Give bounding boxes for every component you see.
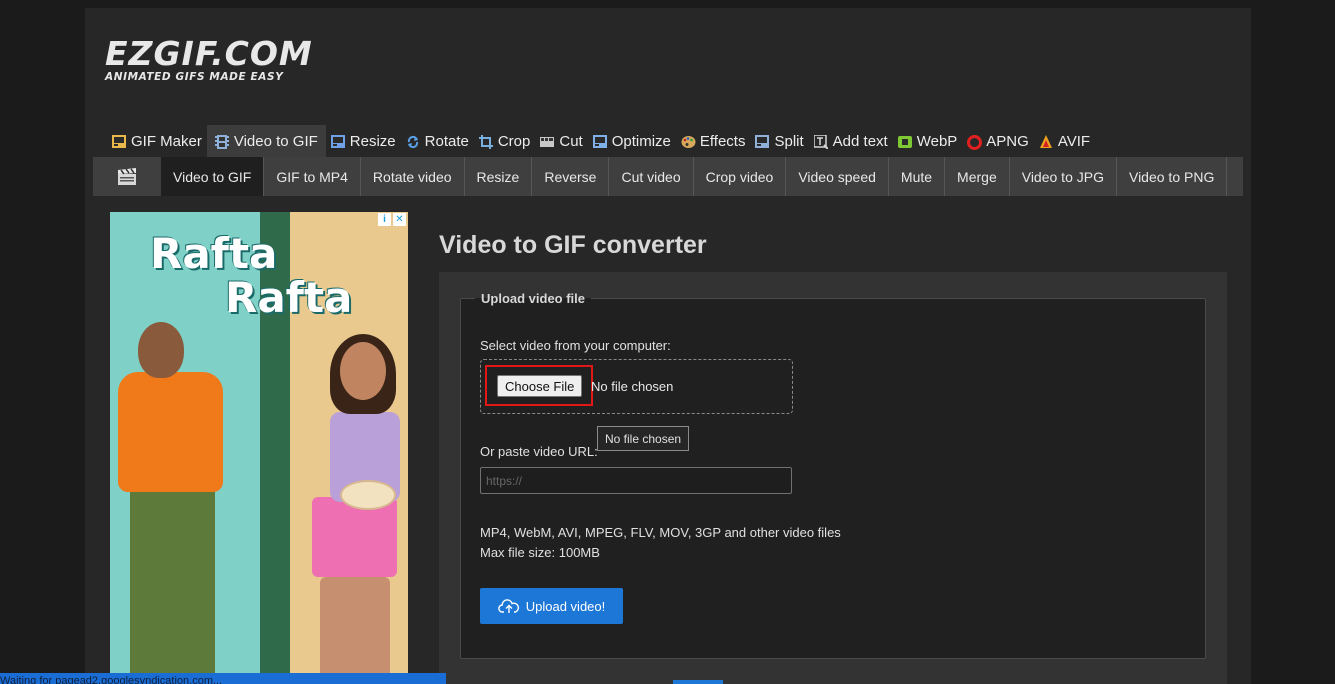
main-nav-item-add-text[interactable]: Add text [809, 125, 893, 157]
advertisement[interactable]: Rafta Rafta i ✕ [110, 212, 408, 684]
ad-title-line1: Rafta [150, 229, 278, 278]
webp-icon [897, 135, 913, 148]
cut-icon [540, 135, 555, 148]
tab-reverse[interactable]: Reverse [532, 157, 610, 196]
tab-video-speed[interactable]: Video speed [786, 157, 889, 196]
select-video-label: Select video from your computer: [480, 338, 671, 353]
main-nav-item-apng[interactable]: APNG [962, 125, 1034, 157]
main-nav-item-split[interactable]: Split [750, 125, 808, 157]
main-nav-item-avif[interactable]: AVIF [1034, 125, 1095, 157]
main-nav-item-webp[interactable]: WebP [893, 125, 963, 157]
status-text: Waiting for pagead2.googlesyndication.co… [0, 675, 223, 684]
main-nav-label: Split [774, 132, 804, 150]
main-nav-label: Video to GIF [233, 132, 318, 150]
main-nav-item-cut[interactable]: Cut [535, 125, 587, 157]
tab-video-to-gif[interactable]: Video to GIF [161, 157, 265, 196]
video-url-input[interactable] [480, 467, 792, 494]
crop-icon [478, 134, 494, 149]
logo-text: EZGIF.COM [105, 34, 313, 73]
file-tooltip: No file chosen [597, 426, 690, 451]
avif-icon [1039, 134, 1054, 148]
main-nav-label: Rotate [424, 132, 469, 150]
main-nav-item-resize[interactable]: Resize [326, 125, 401, 157]
main-nav-item-effects[interactable]: Effects [676, 125, 751, 157]
ad-badge: i ✕ [378, 213, 406, 226]
choose-file-button[interactable]: Choose File [497, 375, 583, 397]
main-nav-label: Cut [559, 132, 583, 150]
main-nav-label: AVIF [1057, 132, 1091, 150]
max-file-size-text: Max file size: 100MB [480, 545, 600, 560]
supported-formats-text: MP4, WebM, AVI, MPEG, FLV, MOV, 3GP and … [480, 525, 841, 540]
film-icon [214, 134, 230, 149]
resize-icon [330, 134, 346, 148]
page-title: Video to GIF converter [439, 231, 707, 259]
url-label: Or paste video URL: [480, 444, 598, 459]
palette-icon [681, 135, 696, 148]
tab-rotate-video[interactable]: Rotate video [361, 157, 465, 196]
file-dropzone[interactable]: Choose File No file chosen [480, 359, 793, 414]
tab-mute[interactable]: Mute [889, 157, 946, 196]
tab-video-to-png[interactable]: Video to PNG [1117, 157, 1228, 196]
tab-resize[interactable]: Resize [465, 157, 533, 196]
browser-status-bar: Waiting for pagead2.googlesyndication.co… [0, 673, 446, 684]
main-nav-label: Resize [349, 132, 396, 150]
scroll-indicator [673, 680, 723, 684]
main-nav-item-crop[interactable]: Crop [474, 125, 536, 157]
tab-gif-to-mp4[interactable]: GIF to MP4 [264, 157, 361, 196]
main-nav-label: Optimize [611, 132, 671, 150]
upload-legend: Upload video file [481, 291, 586, 306]
main-nav-label: GIF Maker [131, 132, 202, 150]
main-nav-label: Crop [497, 132, 531, 150]
upload-fieldset: Upload video file Select video from your… [460, 291, 1206, 659]
rotate-icon [406, 135, 421, 148]
logo-tagline: ANIMATED GIFS MADE EASY [105, 71, 284, 83]
ad-person-man [118, 312, 238, 684]
tab-video-to-jpg[interactable]: Video to JPG [1010, 157, 1117, 196]
main-nav-label: APNG [986, 132, 1029, 150]
optimize-icon [592, 134, 608, 148]
main-nav-item-gif-maker[interactable]: GIF Maker [107, 125, 207, 157]
add-text-icon [812, 133, 829, 150]
main-nav-item-video-to-gif[interactable]: Video to GIF [206, 125, 326, 157]
main-nav-item-rotate[interactable]: Rotate [401, 125, 474, 157]
main-nav: GIF Maker Video to GIF Resize Rotate Crop Cut… [107, 125, 1095, 157]
cloud-upload-icon [497, 599, 519, 613]
tab-merge[interactable]: Merge [945, 157, 1010, 196]
main-nav-label: Effects [699, 132, 746, 150]
apng-icon [967, 134, 983, 150]
no-file-text: No file chosen [591, 379, 674, 394]
clapperboard-icon [93, 157, 161, 196]
main-nav-label: Add text [832, 132, 888, 150]
split-icon [755, 134, 770, 148]
ad-palette [340, 480, 396, 510]
tab-crop-video[interactable]: Crop video [694, 157, 787, 196]
main-nav-item-optimize[interactable]: Optimize [588, 125, 676, 157]
main-nav-label: WebP [916, 132, 958, 150]
ezgif-logo[interactable]: EZGIF.COM ANIMATED GIFS MADE EASY [105, 34, 313, 83]
upload-panel: Upload video file Select video from your… [439, 272, 1227, 684]
sub-nav: Video to GIF GIF to MP4 Rotate video Resize… [93, 157, 1243, 196]
upload-video-button[interactable]: Upload video! [480, 588, 623, 624]
ad-close-icon[interactable]: ✕ [393, 213, 406, 226]
upload-button-label: Upload video! [525, 598, 606, 614]
ad-title: Rafta Rafta [150, 232, 352, 320]
gif-maker-icon [112, 134, 127, 148]
tab-cut-video[interactable]: Cut video [609, 157, 694, 196]
ad-info-icon[interactable]: i [378, 213, 391, 226]
